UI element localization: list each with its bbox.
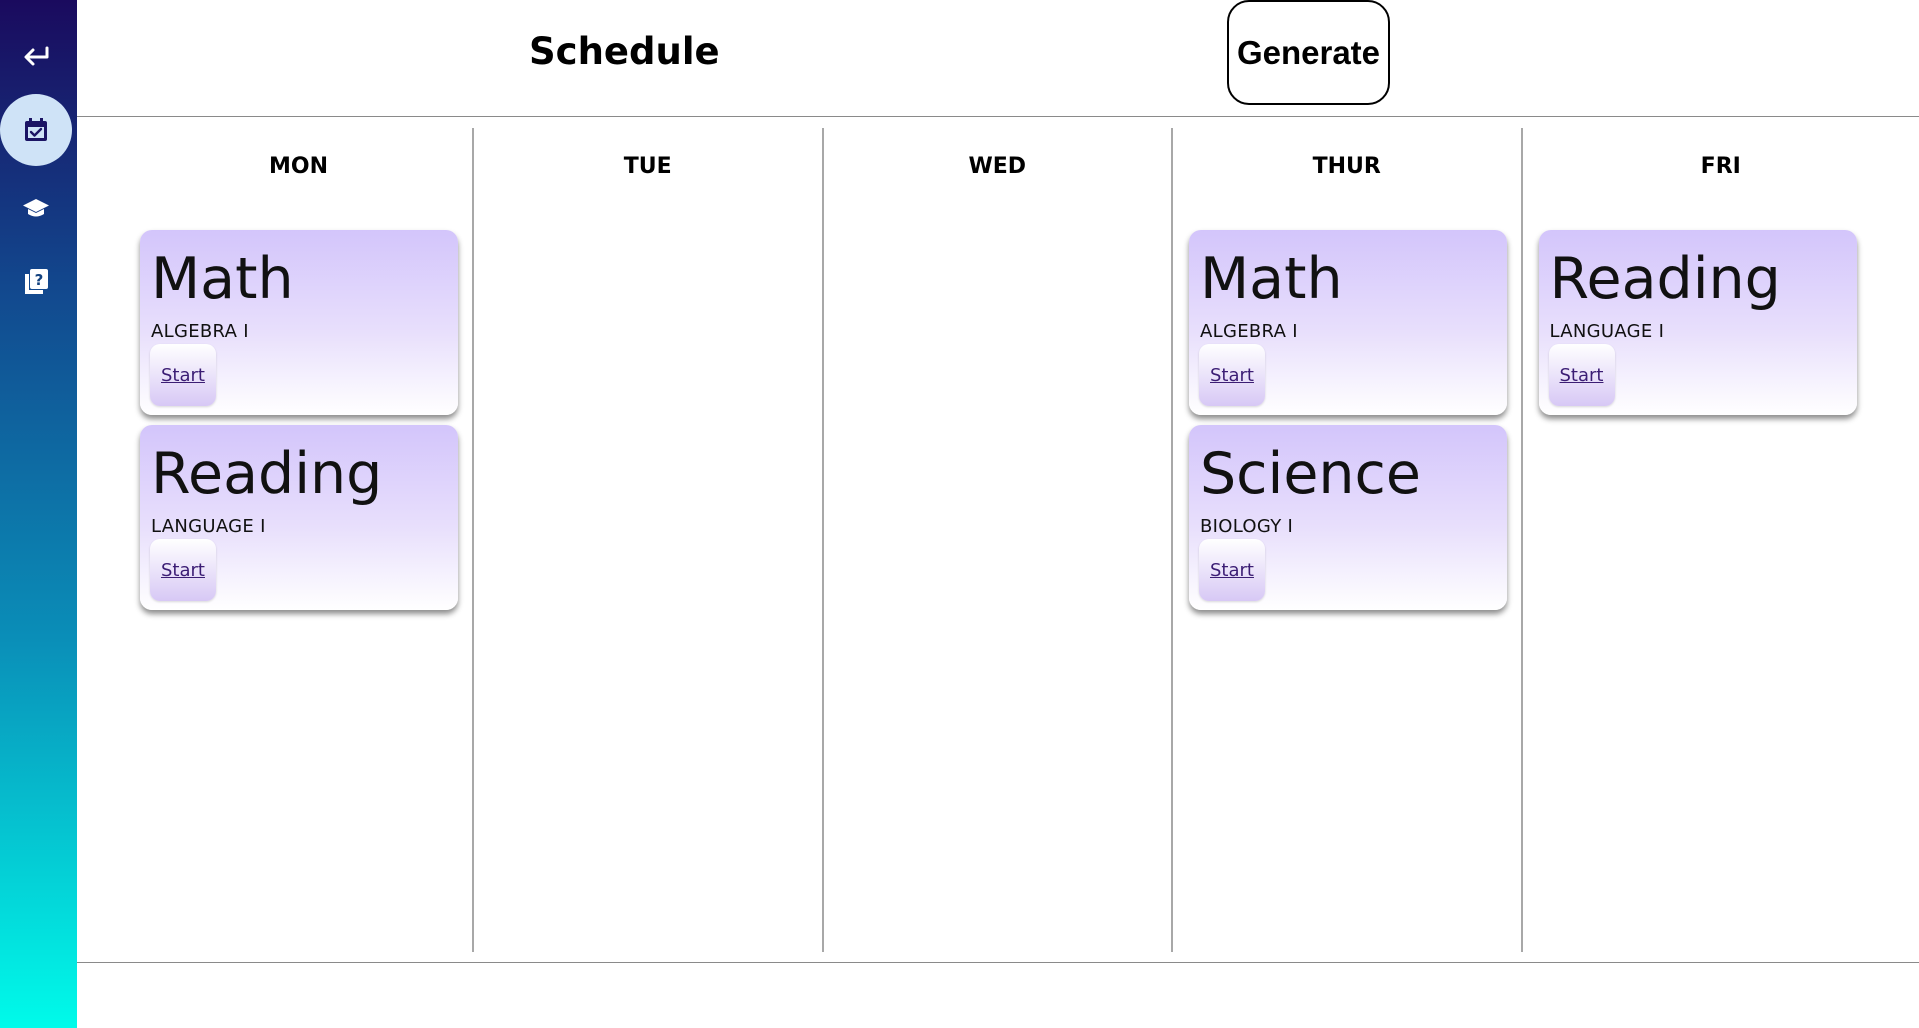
page-title: Schedule [529, 30, 720, 73]
lesson-subject: Reading [151, 441, 383, 507]
lesson-subject: Math [151, 246, 294, 312]
lesson-subject: Reading [1549, 246, 1781, 312]
lesson-card: Math ALGEBRA I Start [1189, 230, 1507, 415]
calendar-check-icon [25, 118, 47, 141]
nav-courses[interactable] [0, 172, 72, 244]
day-column-thur: THUR Math ALGEBRA I Start Science BIOLOGY I St… [1173, 128, 1523, 952]
day-column-fri: FRI Reading LANGUAGE I Start [1523, 128, 1919, 952]
svg-text:?: ? [35, 271, 44, 289]
day-heading: WED [968, 154, 1027, 179]
lesson-card: Science BIOLOGY I Start [1189, 425, 1507, 610]
back-button[interactable] [0, 20, 72, 92]
sidebar: ? [0, 0, 77, 1028]
lesson-course: LANGUAGE I [1549, 321, 1665, 342]
day-column-tue: TUE [474, 128, 824, 952]
back-arrow-icon [24, 46, 49, 66]
lesson-subject: Science [1200, 441, 1421, 507]
generate-button[interactable]: Generate [1227, 0, 1390, 105]
main-content: Schedule Generate MON Math ALGEBRA I Start R… [77, 0, 1919, 1028]
graduation-cap-icon [23, 199, 49, 217]
lesson-course: BIOLOGY I [1200, 516, 1294, 537]
lesson-card: Math ALGEBRA I Start [140, 230, 458, 415]
start-lesson-button[interactable]: Start [150, 344, 216, 406]
start-lesson-button[interactable]: Start [1199, 344, 1265, 406]
lesson-course: ALGEBRA I [151, 321, 249, 342]
lesson-card: Reading LANGUAGE I Start [1538, 230, 1857, 415]
day-heading: THUR [1312, 154, 1381, 179]
day-column-mon: MON Math ALGEBRA I Start Reading LANGUAGE I St… [77, 128, 474, 952]
day-heading: TUE [623, 154, 672, 179]
lesson-list: Math ALGEBRA I Start Reading LANGUAGE I Start [140, 230, 458, 620]
lesson-course: ALGEBRA I [1200, 321, 1298, 342]
day-heading: FRI [1700, 154, 1741, 179]
day-heading: MON [268, 154, 328, 179]
start-lesson-button[interactable]: Start [150, 539, 216, 601]
nav-schedule[interactable] [0, 94, 72, 166]
lesson-subject: Math [1200, 246, 1343, 312]
start-lesson-button[interactable]: Start [1548, 344, 1615, 406]
question-book-icon: ? [25, 269, 48, 294]
lesson-course: LANGUAGE I [151, 516, 266, 537]
start-lesson-button[interactable]: Start [1199, 539, 1265, 601]
header-divider [77, 116, 1919, 117]
nav-help[interactable]: ? [0, 246, 72, 318]
lesson-list: Reading LANGUAGE I Start [1538, 230, 1857, 425]
week-grid: MON Math ALGEBRA I Start Reading LANGUAGE I St… [77, 128, 1919, 952]
lesson-card: Reading LANGUAGE I Start [140, 425, 458, 610]
footer-divider [77, 962, 1919, 963]
lesson-list: Math ALGEBRA I Start Science BIOLOGY I Start [1189, 230, 1507, 620]
day-column-wed: WED [824, 128, 1173, 952]
